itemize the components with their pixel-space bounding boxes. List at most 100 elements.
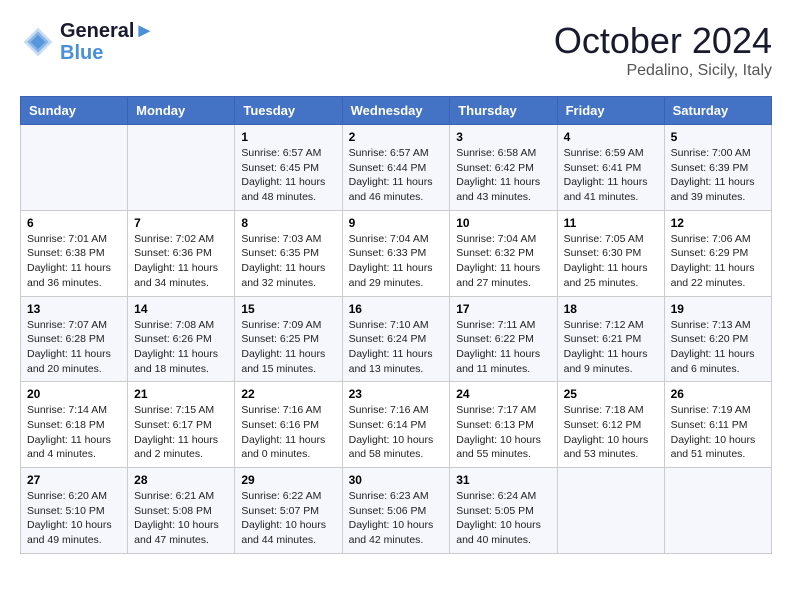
day-number: 8 — [241, 216, 335, 230]
day-info: Sunrise: 6:57 AM Sunset: 6:44 PM Dayligh… — [349, 146, 444, 205]
day-info: Sunrise: 6:24 AM Sunset: 5:05 PM Dayligh… — [456, 489, 550, 548]
day-cell: 3 Sunrise: 6:58 AM Sunset: 6:42 PM Daylig… — [450, 125, 557, 211]
day-cell: 15Sunrise: 7:09 AM Sunset: 6:25 PM Dayli… — [235, 296, 342, 382]
day-number: 7 — [134, 216, 228, 230]
day-cell: 11Sunrise: 7:05 AM Sunset: 6:30 PM Dayli… — [557, 210, 664, 296]
week-row-3: 13 Sunrise: 7:07 AM Sunset: 6:28 PM Dayli… — [21, 296, 772, 382]
day-info: Sunrise: 7:04 AM Sunset: 6:33 PM Dayligh… — [349, 232, 444, 291]
day-info: Sunrise: 6:59 AM Sunset: 6:41 PM Dayligh… — [564, 146, 658, 205]
day-cell: 7 Sunrise: 7:02 AM Sunset: 6:36 PM Daylig… — [128, 210, 235, 296]
day-number: 14 — [134, 302, 228, 316]
day-cell: 28 Sunrise: 6:21 AM Sunset: 5:08 PM Dayli… — [128, 468, 235, 554]
day-number: 17 — [456, 302, 550, 316]
day-info: Sunrise: 6:57 AM Sunset: 6:45 PM Dayligh… — [241, 146, 335, 205]
day-info: Sunrise: 7:15 AM Sunset: 6:17 PM Dayligh… — [134, 403, 228, 462]
day-cell: 4 Sunrise: 6:59 AM Sunset: 6:41 PM Daylig… — [557, 125, 664, 211]
day-number: 4 — [564, 130, 658, 144]
day-info: Sunrise: 7:01 AM Sunset: 6:38 PM Dayligh… — [27, 232, 121, 291]
day-info: Sunrise: 7:02 AM Sunset: 6:36 PM Dayligh… — [134, 232, 228, 291]
day-number: 23 — [349, 387, 444, 401]
day-cell: 29Sunrise: 6:22 AM Sunset: 5:07 PM Dayli… — [235, 468, 342, 554]
day-cell: 13 Sunrise: 7:07 AM Sunset: 6:28 PM Dayli… — [21, 296, 128, 382]
day-number: 28 — [134, 473, 228, 487]
day-cell: 20Sunrise: 7:14 AM Sunset: 6:18 PM Dayli… — [21, 382, 128, 468]
day-info: Sunrise: 7:19 AM Sunset: 6:11 PM Dayligh… — [671, 403, 765, 462]
day-cell: 1 Sunrise: 6:57 AM Sunset: 6:45 PM Daylig… — [235, 125, 342, 211]
logo-text: General► Blue — [60, 20, 154, 64]
col-header-monday: Monday — [128, 97, 235, 125]
day-cell: 30 Sunrise: 6:23 AM Sunset: 5:06 PM Dayli… — [342, 468, 450, 554]
day-number: 5 — [671, 130, 765, 144]
col-header-saturday: Saturday — [664, 97, 771, 125]
day-cell: 5 Sunrise: 7:00 AM Sunset: 6:39 PM Daylig… — [664, 125, 771, 211]
page-header: General► Blue October 2024 Pedalino, Sic… — [20, 20, 772, 80]
day-info: Sunrise: 7:12 AM Sunset: 6:21 PM Dayligh… — [564, 318, 658, 377]
day-cell: 17 Sunrise: 7:11 AM Sunset: 6:22 PM Dayli… — [450, 296, 557, 382]
logo-icon — [20, 24, 56, 60]
day-cell: 12 Sunrise: 7:06 AM Sunset: 6:29 PM Dayli… — [664, 210, 771, 296]
day-number: 24 — [456, 387, 550, 401]
day-number: 25 — [564, 387, 658, 401]
week-row-5: 27 Sunrise: 6:20 AM Sunset: 5:10 PM Dayli… — [21, 468, 772, 554]
day-cell: 23Sunrise: 7:16 AM Sunset: 6:14 PM Dayli… — [342, 382, 450, 468]
logo: General► Blue — [20, 20, 154, 64]
day-cell: 6 Sunrise: 7:01 AM Sunset: 6:38 PM Daylig… — [21, 210, 128, 296]
location-title: Pedalino, Sicily, Italy — [554, 62, 772, 80]
day-cell: 16 Sunrise: 7:10 AM Sunset: 6:24 PM Dayli… — [342, 296, 450, 382]
day-cell: 21Sunrise: 7:15 AM Sunset: 6:17 PM Dayli… — [128, 382, 235, 468]
calendar-header-row: SundayMondayTuesdayWednesdayThursdayFrid… — [21, 97, 772, 125]
day-info: Sunrise: 7:18 AM Sunset: 6:12 PM Dayligh… — [564, 403, 658, 462]
col-header-wednesday: Wednesday — [342, 97, 450, 125]
day-number: 26 — [671, 387, 765, 401]
day-number: 16 — [349, 302, 444, 316]
day-number: 31 — [456, 473, 550, 487]
week-row-2: 6 Sunrise: 7:01 AM Sunset: 6:38 PM Daylig… — [21, 210, 772, 296]
day-info: Sunrise: 7:04 AM Sunset: 6:32 PM Dayligh… — [456, 232, 550, 291]
day-info: Sunrise: 6:20 AM Sunset: 5:10 PM Dayligh… — [27, 489, 121, 548]
col-header-thursday: Thursday — [450, 97, 557, 125]
day-number: 27 — [27, 473, 121, 487]
day-number: 12 — [671, 216, 765, 230]
day-cell: 27 Sunrise: 6:20 AM Sunset: 5:10 PM Dayli… — [21, 468, 128, 554]
day-info: Sunrise: 7:17 AM Sunset: 6:13 PM Dayligh… — [456, 403, 550, 462]
day-cell: 22Sunrise: 7:16 AM Sunset: 6:16 PM Dayli… — [235, 382, 342, 468]
day-cell — [557, 468, 664, 554]
day-number: 3 — [456, 130, 550, 144]
day-cell: 31 Sunrise: 6:24 AM Sunset: 5:05 PM Dayli… — [450, 468, 557, 554]
day-info: Sunrise: 6:21 AM Sunset: 5:08 PM Dayligh… — [134, 489, 228, 548]
day-number: 2 — [349, 130, 444, 144]
day-info: Sunrise: 7:13 AM Sunset: 6:20 PM Dayligh… — [671, 318, 765, 377]
day-info: Sunrise: 7:03 AM Sunset: 6:35 PM Dayligh… — [241, 232, 335, 291]
day-number: 15 — [241, 302, 335, 316]
calendar-table: SundayMondayTuesdayWednesdayThursdayFrid… — [20, 96, 772, 554]
day-cell: 24 Sunrise: 7:17 AM Sunset: 6:13 PM Dayli… — [450, 382, 557, 468]
day-number: 30 — [349, 473, 444, 487]
day-cell: 14Sunrise: 7:08 AM Sunset: 6:26 PM Dayli… — [128, 296, 235, 382]
month-title: October 2024 — [554, 20, 772, 62]
day-info: Sunrise: 7:07 AM Sunset: 6:28 PM Dayligh… — [27, 318, 121, 377]
col-header-sunday: Sunday — [21, 97, 128, 125]
day-info: Sunrise: 7:11 AM Sunset: 6:22 PM Dayligh… — [456, 318, 550, 377]
day-cell: 10 Sunrise: 7:04 AM Sunset: 6:32 PM Dayli… — [450, 210, 557, 296]
day-info: Sunrise: 6:58 AM Sunset: 6:42 PM Dayligh… — [456, 146, 550, 205]
day-cell: 19Sunrise: 7:13 AM Sunset: 6:20 PM Dayli… — [664, 296, 771, 382]
day-cell: 2 Sunrise: 6:57 AM Sunset: 6:44 PM Daylig… — [342, 125, 450, 211]
day-info: Sunrise: 7:06 AM Sunset: 6:29 PM Dayligh… — [671, 232, 765, 291]
day-number: 6 — [27, 216, 121, 230]
day-cell — [128, 125, 235, 211]
day-number: 1 — [241, 130, 335, 144]
day-info: Sunrise: 7:10 AM Sunset: 6:24 PM Dayligh… — [349, 318, 444, 377]
day-number: 13 — [27, 302, 121, 316]
day-cell — [664, 468, 771, 554]
day-number: 10 — [456, 216, 550, 230]
day-info: Sunrise: 7:00 AM Sunset: 6:39 PM Dayligh… — [671, 146, 765, 205]
day-cell: 18Sunrise: 7:12 AM Sunset: 6:21 PM Dayli… — [557, 296, 664, 382]
day-info: Sunrise: 6:23 AM Sunset: 5:06 PM Dayligh… — [349, 489, 444, 548]
day-number: 29 — [241, 473, 335, 487]
col-header-tuesday: Tuesday — [235, 97, 342, 125]
day-cell: 9Sunrise: 7:04 AM Sunset: 6:33 PM Daylig… — [342, 210, 450, 296]
day-number: 22 — [241, 387, 335, 401]
day-number: 20 — [27, 387, 121, 401]
day-cell: 8 Sunrise: 7:03 AM Sunset: 6:35 PM Daylig… — [235, 210, 342, 296]
title-block: October 2024 Pedalino, Sicily, Italy — [554, 20, 772, 80]
